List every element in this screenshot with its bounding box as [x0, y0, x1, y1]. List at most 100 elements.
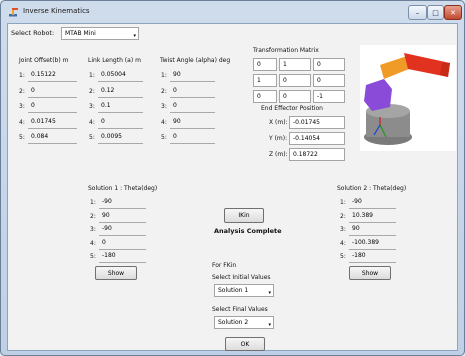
solution2-index-4: 4: — [340, 239, 346, 247]
joint_offset-value-4[interactable]: 0.01745 — [28, 116, 77, 129]
matrix-cell-1-3[interactable]: 0 — [313, 58, 345, 71]
robot-dropdown-value: MTAB Mini — [65, 30, 96, 37]
ok-button[interactable]: OK — [225, 337, 265, 351]
twist_angle-value-4[interactable]: 90 — [170, 116, 215, 129]
twist_angle-index-2: 2: — [161, 87, 167, 95]
y-label: Y (m): — [269, 135, 288, 142]
joint_offset-index-2: 2: — [19, 87, 25, 95]
solution2-value-4[interactable]: -100.389 — [349, 237, 396, 250]
solution1-value-4[interactable]: 0 — [99, 237, 146, 250]
joint_offset-value-3[interactable]: 0 — [28, 100, 77, 113]
solution1-value-1[interactable]: -90 — [99, 196, 146, 209]
client-area: Select Robot: MTAB Mini ▾ Joint Offset(b… — [7, 23, 458, 351]
solution1-index-5: 5: — [90, 253, 96, 260]
twist_angle-value-2[interactable]: 0 — [170, 85, 215, 98]
minimize-button[interactable]: – — [408, 5, 427, 20]
show-solution1-button[interactable]: Show — [95, 266, 137, 280]
matrix-cell-1-1[interactable]: 0 — [253, 58, 277, 71]
matrix-cell-3-1[interactable]: 0 — [253, 90, 277, 103]
x-label: X (m): — [269, 119, 288, 126]
status-text: Analysis Complete — [214, 227, 282, 235]
window-title: Inverse Kinematics — [23, 7, 90, 15]
app-window: Inverse Kinematics – □ ✕ Select Robot: M… — [0, 0, 465, 356]
robot-model-view — [360, 45, 456, 151]
matrix-cell-3-3[interactable]: -1 — [313, 90, 345, 103]
joint_offset-index-5: 5: — [19, 134, 25, 141]
robot-arm-icon — [9, 8, 18, 17]
joint_offset-value-2[interactable]: 0 — [28, 85, 77, 98]
solution2-index-2: 2: — [340, 212, 346, 220]
solution2-index-3: 3: — [340, 226, 346, 233]
close-button[interactable]: ✕ — [444, 5, 462, 20]
twist-angle-header: Twist Angle (alpha) deg — [160, 57, 231, 64]
x-position-field[interactable]: -0.01745 — [289, 116, 345, 129]
link_length-value-4[interactable]: 0 — [98, 116, 143, 129]
solution1-index-3: 3: — [90, 226, 96, 233]
robot-dropdown[interactable]: MTAB Mini ▾ — [61, 27, 139, 40]
twist_angle-value-3[interactable]: 0 — [170, 100, 215, 113]
matrix-cell-1-2[interactable]: 1 — [279, 58, 311, 71]
twist_angle-index-5: 5: — [161, 134, 167, 141]
solution1-value-5[interactable]: -180 — [99, 250, 146, 263]
chevron-down-icon: ▾ — [133, 33, 136, 39]
link_length-index-5: 5: — [89, 134, 95, 141]
end-effector-header: End Effector Position — [261, 105, 323, 112]
show-solution2-button[interactable]: Show — [349, 266, 391, 280]
link_length-value-2[interactable]: 0.12 — [98, 85, 143, 98]
solution2-value-1[interactable]: -90 — [349, 196, 396, 209]
initial-values-dropdown[interactable]: Solution 1 ▾ — [214, 284, 274, 297]
link-length-header: Link Length (a) m — [88, 57, 141, 64]
final-values-value: Solution 2 — [218, 319, 249, 326]
twist_angle-index-3: 3: — [161, 103, 167, 110]
twist_angle-value-5[interactable]: 0 — [170, 131, 215, 144]
link_length-value-3[interactable]: 0.1 — [98, 100, 143, 113]
z-label: Z (m): — [269, 151, 288, 158]
solution1-index-4: 4: — [90, 239, 96, 247]
link_length-index-1: 1: — [89, 72, 95, 79]
solution2-value-5[interactable]: -180 — [349, 250, 396, 263]
solution2-index-1: 1: — [340, 199, 346, 206]
link_length-value-1[interactable]: 0.05004 — [98, 69, 143, 82]
twist_angle-value-1[interactable]: 90 — [170, 69, 215, 82]
matrix-cell-3-2[interactable]: 0 — [279, 90, 311, 103]
solution2-index-5: 5: — [340, 253, 346, 260]
twist_angle-index-1: 1: — [161, 72, 167, 79]
solution1-header: Solution 1 : Theta(deg) — [88, 185, 158, 192]
joint_offset-index-1: 1: — [19, 72, 25, 79]
ikin-button[interactable]: IKin — [224, 208, 264, 223]
z-position-field[interactable]: 0.18722 — [289, 148, 345, 161]
solution1-index-2: 2: — [90, 212, 96, 220]
fkin-header: For FKin — [212, 262, 237, 269]
joint_offset-value-1[interactable]: 0.15122 — [28, 69, 77, 82]
solution2-header: Solution 2 : Theta(deg) — [337, 185, 407, 192]
joint_offset-index-3: 3: — [19, 103, 25, 110]
solution1-value-3[interactable]: -90 — [99, 223, 146, 236]
link_length-index-3: 3: — [89, 103, 95, 110]
link_length-value-5[interactable]: 0.0095 — [98, 131, 143, 144]
initial-values-value: Solution 1 — [218, 287, 249, 294]
chevron-down-icon: ▾ — [268, 322, 271, 328]
twist_angle-index-4: 4: — [161, 118, 167, 126]
matrix-cell-2-2[interactable]: 0 — [279, 74, 311, 87]
chevron-down-icon: ▾ — [268, 290, 271, 296]
solution2-value-3[interactable]: 90 — [349, 223, 396, 236]
initial-values-label: Select Initial Values — [212, 274, 271, 281]
robot-shoulder — [364, 79, 392, 111]
final-values-label: Select Final Values — [212, 306, 268, 313]
final-values-dropdown[interactable]: Solution 2 ▾ — [214, 316, 274, 329]
link_length-index-2: 2: — [89, 87, 95, 95]
matrix-cell-2-1[interactable]: 1 — [253, 74, 277, 87]
joint_offset-index-4: 4: — [19, 118, 25, 126]
solution2-value-2[interactable]: 10.389 — [349, 210, 396, 223]
joint_offset-value-5[interactable]: 0.084 — [28, 131, 77, 144]
solution1-value-2[interactable]: 90 — [99, 210, 146, 223]
title-bar: Inverse Kinematics – □ ✕ — [1, 1, 464, 23]
solution1-index-1: 1: — [90, 199, 96, 206]
transformation-matrix-header: Transformation Matrix — [253, 47, 319, 54]
link_length-index-4: 4: — [89, 118, 95, 126]
y-position-field[interactable]: -0.14054 — [289, 132, 345, 145]
select-robot-label: Select Robot: — [11, 29, 55, 37]
joint-offset-header: Joint Offset(b) m — [19, 57, 69, 64]
maximize-button[interactable]: □ — [427, 5, 444, 20]
matrix-cell-2-3[interactable]: 0 — [313, 74, 345, 87]
